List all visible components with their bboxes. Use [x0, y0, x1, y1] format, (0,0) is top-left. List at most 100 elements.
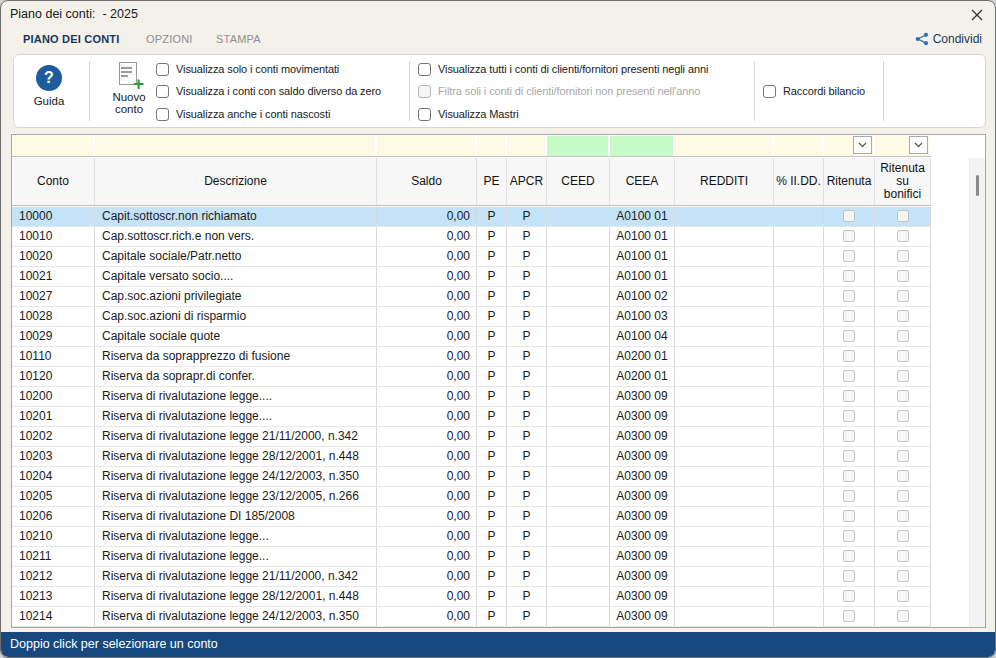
tab-stampa[interactable]: STAMPA [216, 33, 261, 45]
ritenuta-checkbox[interactable] [843, 510, 855, 522]
filter-cell-ceea[interactable] [610, 136, 675, 156]
ritenuta-bonifici-checkbox[interactable] [897, 330, 909, 342]
filter-cell-ritenuta[interactable] [824, 136, 875, 156]
filter-cell-iidd[interactable] [774, 136, 824, 156]
ritenuta-checkbox[interactable] [843, 610, 855, 622]
ritenuta-checkbox[interactable] [843, 330, 855, 342]
ritenuta-checkbox[interactable] [843, 250, 855, 262]
ritenuta-checkbox[interactable] [843, 290, 855, 302]
column-header-apcr[interactable]: APCR [507, 158, 547, 205]
table-row[interactable]: 10010Cap.sottoscr.rich.e non vers.0,00PP… [12, 227, 931, 247]
checkbox-clienti-fornitori[interactable] [418, 63, 431, 76]
ritenuta-checkbox[interactable] [843, 370, 855, 382]
table-row[interactable]: 10028Cap.soc.azioni di risparmio0,00PPA0… [12, 307, 931, 327]
filter-cell-redditi[interactable] [675, 136, 774, 156]
ritenuta-checkbox[interactable] [843, 270, 855, 282]
filter-cell-saldo[interactable] [377, 136, 477, 156]
table-row[interactable]: 10212Riserva di rivalutazione legge 21/1… [12, 567, 931, 587]
column-header-ceea[interactable]: CEEA [610, 158, 675, 205]
column-header-iidd[interactable]: % II.DD. [774, 158, 824, 205]
ritenuta-bonifici-checkbox[interactable] [897, 470, 909, 482]
ritenuta-checkbox[interactable] [843, 230, 855, 242]
ritenuta-bonifici-checkbox[interactable] [897, 230, 909, 242]
ritenuta-checkbox[interactable] [843, 590, 855, 602]
ritenuta-bonifici-checkbox[interactable] [897, 550, 909, 562]
ritenuta-checkbox[interactable] [843, 450, 855, 462]
ritenuta-checkbox[interactable] [843, 390, 855, 402]
table-row[interactable]: 10120Riserva da soprapr.di confer.0,00PP… [12, 367, 931, 387]
ritenuta-bonifici-checkbox[interactable] [897, 430, 909, 442]
table-row[interactable]: 10020Capitale sociale/Patr.netto0,00PPA0… [12, 247, 931, 267]
checkbox-raccordi-bilancio[interactable] [763, 85, 776, 98]
checkbox-mastri[interactable] [418, 108, 431, 121]
ritenuta-bonifici-checkbox[interactable] [897, 410, 909, 422]
ritenuta-checkbox[interactable] [843, 350, 855, 362]
share-button[interactable]: Condividi [915, 32, 982, 46]
ritenuta-bonifici-checkbox[interactable] [897, 450, 909, 462]
table-row[interactable]: 10214Riserva di rivalutazione legge 24/1… [12, 607, 931, 627]
table-row[interactable]: 10202Riserva di rivalutazione legge 21/1… [12, 427, 931, 447]
filter-cell-ritenuta_bonifici[interactable] [875, 136, 931, 156]
table-row[interactable]: 10206Riserva di rivalutazione DI 185/200… [12, 507, 931, 527]
table-row[interactable]: 10110Riserva da soprapprezzo di fusione0… [12, 347, 931, 367]
ritenuta-bonifici-checkbox[interactable] [897, 290, 909, 302]
table-row[interactable]: 10204Riserva di rivalutazione legge 24/1… [12, 467, 931, 487]
column-header-pe[interactable]: PE [477, 158, 507, 205]
ritenuta-bonifici-checkbox[interactable] [897, 610, 909, 622]
tab-opzioni[interactable]: OPZIONI [146, 33, 193, 45]
ritenuta-bonifici-checkbox[interactable] [897, 570, 909, 582]
column-header-saldo[interactable]: Saldo [377, 158, 477, 205]
column-header-redditi[interactable]: REDDITI [675, 158, 774, 205]
ritenuta-bonifici-checkbox[interactable] [897, 370, 909, 382]
column-header-ritenuta_bonifici[interactable]: Ritenuta su bonifici [875, 158, 931, 205]
ritenuta-checkbox[interactable] [843, 210, 855, 222]
ritenuta-bonifici-checkbox[interactable] [897, 250, 909, 262]
table-row[interactable]: 10021Capitale versato socio....0,00PPA01… [12, 267, 931, 287]
table-row[interactable]: 10201Riserva di rivalutazione legge....0… [12, 407, 931, 427]
table-row[interactable]: 10210Riserva di rivalutazione legge...0,… [12, 527, 931, 547]
ritenuta-bonifici-checkbox[interactable] [897, 310, 909, 322]
ritenuta-bonifici-checkbox[interactable] [897, 510, 909, 522]
filter-cell-ceed[interactable] [547, 136, 610, 156]
ritenuta-bonifici-checkbox[interactable] [897, 530, 909, 542]
tab-piano-dei-conti[interactable]: PIANO DEI CONTI [23, 33, 120, 45]
table-row[interactable]: 10200Riserva di rivalutazione legge....0… [12, 387, 931, 407]
checkbox-movimentati[interactable] [156, 63, 169, 76]
filter-cell-pe[interactable] [477, 136, 507, 156]
filter-cell-apcr[interactable] [507, 136, 547, 156]
ritenuta-bonifici-checkbox[interactable] [897, 350, 909, 362]
table-row[interactable]: 10203Riserva di rivalutazione legge 28/1… [12, 447, 931, 467]
ritenuta-bonifici-checkbox[interactable] [897, 270, 909, 282]
checkbox-nascosti[interactable] [156, 108, 169, 121]
column-header-ceed[interactable]: CEED [547, 158, 610, 205]
filter-dropdown-button[interactable] [909, 136, 928, 154]
guida-button[interactable]: ? Guida [21, 65, 77, 107]
checkbox-saldo-diverso[interactable] [156, 85, 169, 98]
filter-dropdown-button[interactable] [853, 136, 872, 154]
table-row[interactable]: 10000Capit.sottoscr.non richiamato0,00PP… [12, 207, 931, 227]
ritenuta-checkbox[interactable] [843, 470, 855, 482]
ritenuta-checkbox[interactable] [843, 410, 855, 422]
vertical-scrollbar[interactable] [969, 158, 985, 627]
filter-cell-conto[interactable] [12, 136, 95, 156]
ritenuta-checkbox[interactable] [843, 490, 855, 502]
table-row[interactable]: 10213Riserva di rivalutazione legge 28/1… [12, 587, 931, 607]
ritenuta-bonifici-checkbox[interactable] [897, 210, 909, 222]
ritenuta-checkbox[interactable] [843, 430, 855, 442]
scrollbar-thumb[interactable] [976, 175, 979, 196]
table-row[interactable]: 10205Riserva di rivalutazione legge 23/1… [12, 487, 931, 507]
ritenuta-bonifici-checkbox[interactable] [897, 390, 909, 402]
column-header-descrizione[interactable]: Descrizione [95, 158, 377, 205]
ritenuta-checkbox[interactable] [843, 310, 855, 322]
close-icon[interactable] [968, 6, 986, 24]
table-row[interactable]: 10027Cap.soc.azioni privilegiate0,00PPA0… [12, 287, 931, 307]
ritenuta-checkbox[interactable] [843, 530, 855, 542]
ritenuta-checkbox[interactable] [843, 570, 855, 582]
ritenuta-bonifici-checkbox[interactable] [897, 490, 909, 502]
ritenuta-bonifici-checkbox[interactable] [897, 590, 909, 602]
filter-cell-descrizione[interactable] [95, 136, 377, 156]
nuovo-conto-button[interactable]: + Nuovo conto [98, 62, 160, 115]
column-header-conto[interactable]: Conto [12, 158, 95, 205]
ritenuta-checkbox[interactable] [843, 550, 855, 562]
column-header-ritenuta[interactable]: Ritenuta [824, 158, 875, 205]
